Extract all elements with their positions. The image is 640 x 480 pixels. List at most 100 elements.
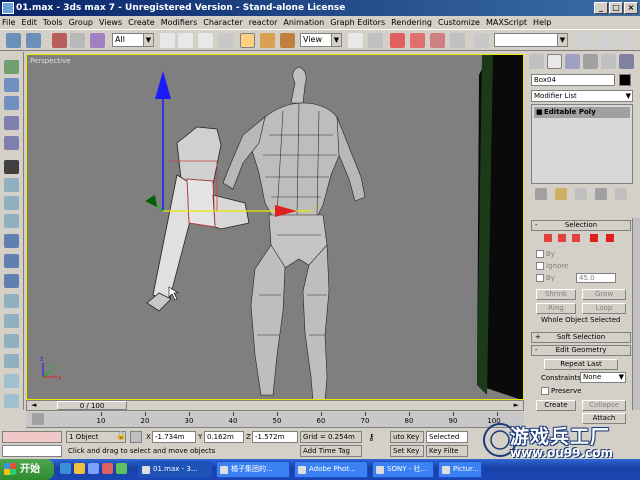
- create-torus-icon[interactable]: [4, 196, 19, 210]
- window-crossing-icon[interactable]: [218, 33, 233, 48]
- create-light-icon[interactable]: [4, 294, 19, 308]
- set-key-button[interactable]: Set Key: [390, 445, 424, 457]
- menu-modifiers[interactable]: Modifiers: [161, 18, 198, 27]
- menu-customize[interactable]: Customize: [438, 18, 480, 27]
- create-camera-icon[interactable]: [4, 314, 19, 328]
- show-desktop-icon[interactable]: [88, 463, 99, 474]
- select-and-scale-icon[interactable]: [280, 33, 295, 48]
- element-mode-icon[interactable]: [606, 234, 614, 242]
- select-and-move-icon[interactable]: [240, 33, 255, 48]
- close-icon[interactable]: ×: [624, 2, 638, 14]
- shrink-button[interactable]: Shrink: [536, 289, 576, 300]
- remove-modifier-icon[interactable]: [595, 188, 607, 200]
- maxscript-listener-pink[interactable]: [2, 431, 62, 443]
- create-box-icon[interactable]: [4, 60, 19, 74]
- create-geosphere-icon[interactable]: [4, 178, 19, 192]
- snap-toggle-icon[interactable]: [390, 33, 405, 48]
- z-axis-arrow[interactable]: [155, 71, 171, 99]
- add-time-tag-button[interactable]: Add Time Tag: [300, 445, 362, 457]
- show-end-result-icon[interactable]: [555, 188, 567, 200]
- repeat-last-button[interactable]: Repeat Last: [544, 359, 618, 370]
- pin-stack-icon[interactable]: [535, 188, 547, 200]
- create-button[interactable]: Create: [536, 400, 576, 411]
- select-by-name-icon[interactable]: [178, 33, 193, 48]
- taskbar-item-photoshop[interactable]: Adobe Phot...: [294, 461, 368, 478]
- create-circle-icon[interactable]: [4, 274, 19, 288]
- stack-item-editable-poly[interactable]: ■ Editable Poly: [534, 107, 630, 118]
- media-icon[interactable]: [102, 463, 113, 474]
- selection-rollout-header[interactable]: - Selection: [531, 220, 631, 231]
- loop-button[interactable]: Loop: [582, 303, 626, 314]
- percent-snap-icon[interactable]: [430, 33, 445, 48]
- minimize-icon[interactable]: _: [594, 2, 608, 14]
- menu-views[interactable]: Views: [99, 18, 122, 27]
- y-coord-field[interactable]: 0.162m: [204, 431, 244, 443]
- motion-panel-icon[interactable]: [583, 54, 598, 69]
- quick-launch-icon[interactable]: [116, 463, 127, 474]
- create-plane-icon[interactable]: [4, 160, 19, 174]
- track-bar-menu-icon[interactable]: [32, 413, 44, 425]
- create-panel-icon[interactable]: [529, 54, 544, 69]
- edge-mode-icon[interactable]: [558, 234, 566, 242]
- menu-reactor[interactable]: reactor: [249, 18, 278, 27]
- taskbar-item-3dsmax[interactable]: 01.max - 3...: [138, 461, 212, 478]
- align-icon[interactable]: [596, 33, 611, 48]
- taskbar-item-browser[interactable]: 橘子集团的...: [216, 461, 290, 478]
- maxscript-listener-white[interactable]: [2, 445, 62, 457]
- angle-snap-icon[interactable]: [410, 33, 425, 48]
- ignore-backfacing-checkbox[interactable]: [536, 262, 544, 270]
- hierarchy-panel-icon[interactable]: [565, 54, 580, 69]
- bind-space-warp-icon[interactable]: [90, 33, 105, 48]
- create-tube-icon[interactable]: [4, 136, 19, 150]
- key-filters-button[interactable]: Key Filte: [426, 445, 468, 457]
- polygon-mode-icon[interactable]: [590, 234, 598, 242]
- menu-rendering[interactable]: Rendering: [391, 18, 432, 27]
- modify-panel-icon[interactable]: [547, 54, 562, 69]
- object-name-field[interactable]: Box04: [531, 74, 615, 86]
- menu-graph-editors[interactable]: Graph Editors: [330, 18, 385, 27]
- reference-coordinate-dropdown[interactable]: View ▼: [300, 33, 342, 47]
- perspective-viewport[interactable]: Perspective x x z y: [26, 54, 524, 400]
- collapse-button[interactable]: Collapse: [582, 400, 626, 411]
- prev-frame-icon[interactable]: ◄: [31, 401, 36, 409]
- grow-button[interactable]: Grow: [582, 289, 626, 300]
- modifier-list-dropdown[interactable]: Modifier List ▼: [531, 90, 633, 102]
- track-bar[interactable]: 10 20 30 40 50 60 70 80 90 100: [26, 412, 524, 428]
- named-selection-dropdown[interactable]: ▼: [494, 33, 568, 47]
- y-axis-arrow[interactable]: [145, 195, 157, 207]
- taskbar-item-picture[interactable]: Pictur...: [438, 461, 482, 478]
- undo-icon[interactable]: [6, 33, 21, 48]
- select-and-rotate-icon[interactable]: [260, 33, 275, 48]
- utilities-panel-icon[interactable]: [619, 54, 634, 69]
- menu-edit[interactable]: Edit: [21, 18, 37, 27]
- spinner-snap-icon[interactable]: [450, 33, 465, 48]
- create-pyramid-icon[interactable]: [4, 234, 19, 248]
- maximize-icon[interactable]: □: [609, 2, 623, 14]
- create-spacewarp-icon[interactable]: [4, 354, 19, 368]
- menu-tools[interactable]: Tools: [43, 18, 63, 27]
- key-selection-dropdown[interactable]: Selected: [426, 431, 468, 443]
- create-cone-icon[interactable]: [4, 116, 19, 130]
- manipulate-icon[interactable]: [368, 33, 383, 48]
- create-line-icon[interactable]: [4, 254, 19, 268]
- command-panel-scrollbar[interactable]: [632, 218, 640, 410]
- border-mode-icon[interactable]: [572, 234, 580, 242]
- select-object-icon[interactable]: [160, 33, 175, 48]
- constraints-dropdown[interactable]: None ▼: [580, 372, 626, 383]
- by-vertex-checkbox[interactable]: [536, 250, 544, 258]
- edit-geometry-rollout-header[interactable]: - Edit Geometry: [531, 345, 631, 356]
- taskbar-item-sony[interactable]: SONY - 社...: [372, 461, 434, 478]
- menu-character[interactable]: Character: [203, 18, 243, 27]
- create-teapot-icon[interactable]: [4, 214, 19, 228]
- redo-icon[interactable]: [26, 33, 41, 48]
- folder-icon[interactable]: [74, 463, 85, 474]
- menu-group[interactable]: Group: [69, 18, 93, 27]
- edit-named-selection-icon[interactable]: [474, 33, 489, 48]
- object-color-swatch[interactable]: [619, 74, 631, 86]
- auto-key-button[interactable]: uto Key: [390, 431, 424, 443]
- menu-animation[interactable]: Animation: [283, 18, 324, 27]
- menu-create[interactable]: Create: [128, 18, 155, 27]
- select-and-link-icon[interactable]: [52, 33, 67, 48]
- key-icon[interactable]: ⚷: [368, 433, 375, 443]
- selection-filter-dropdown[interactable]: All ▼: [112, 33, 154, 47]
